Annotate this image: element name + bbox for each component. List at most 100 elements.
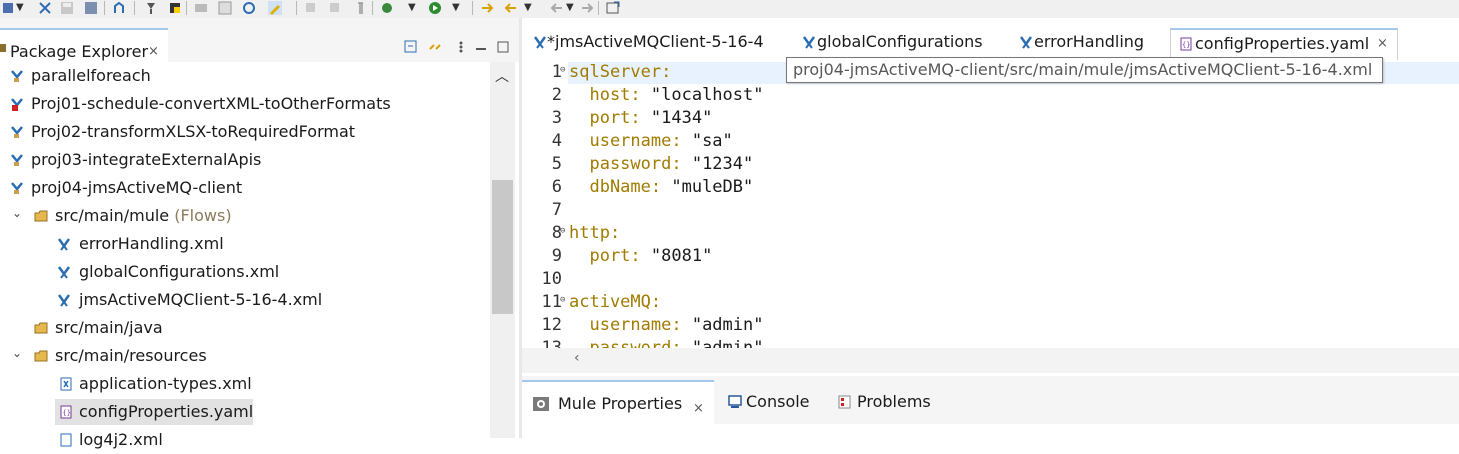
tree-item-file[interactable]: log4j2.xml xyxy=(0,426,490,454)
tree-item-project[interactable]: Proj02-transformXLSX-toRequiredFormat xyxy=(0,118,490,146)
minimize-icon[interactable] xyxy=(474,40,488,54)
tree-item-folder[interactable]: src/main/java xyxy=(0,314,490,342)
mule-file-icon xyxy=(803,36,815,49)
debug-icon[interactable] xyxy=(380,1,394,15)
forward-icon[interactable] xyxy=(580,1,594,15)
tree-item-project[interactable]: proj03-integrateExternalApis xyxy=(0,146,490,174)
editor-horizontal-scrollbar[interactable]: ‹ xyxy=(522,348,1459,373)
new-dropdown-icon[interactable]: ▼ xyxy=(16,2,24,13)
code-line: username: "sa" xyxy=(569,131,733,151)
run-config-icon[interactable] xyxy=(168,1,182,15)
tab-global-configurations[interactable]: globalConfigurations xyxy=(799,28,999,60)
tab-package-explorer[interactable]: Package Explorer × xyxy=(0,28,168,62)
copy-icon[interactable] xyxy=(304,1,318,15)
mule-project-icon xyxy=(11,182,23,194)
tab-config-properties[interactable]: {} configProperties.yaml × xyxy=(1170,28,1398,60)
run-icon[interactable] xyxy=(428,1,442,15)
yaml-key: activeMQ: xyxy=(569,292,662,312)
back-icon[interactable] xyxy=(550,1,564,15)
run-dropdown-icon[interactable]: ▼ xyxy=(452,2,460,13)
mail-icon[interactable] xyxy=(194,1,208,15)
line-number: 10 xyxy=(541,269,562,289)
mule-project-error-icon xyxy=(11,98,23,111)
pilcrow-icon[interactable] xyxy=(352,1,366,15)
tab-label: *jmsActiveMQClient-5-16-4 xyxy=(547,32,764,51)
tree-scrollbar[interactable]: ︿ xyxy=(490,62,515,438)
close-icon[interactable]: × xyxy=(693,401,704,416)
yaml-editor[interactable]: 1 ⊖ sqlServer: 2 host: "localhost" 3 port: "… xyxy=(522,61,1459,358)
tab-mule-properties[interactable]: Mule Properties × xyxy=(522,380,714,424)
save-icon[interactable] xyxy=(60,1,74,15)
yaml-key: host: xyxy=(569,85,651,105)
debug-dropdown-icon[interactable]: ▼ xyxy=(408,2,416,13)
link-with-editor-icon[interactable] xyxy=(428,40,442,54)
open-perspective-icon[interactable] xyxy=(606,1,620,15)
back-dropdown-icon[interactable]: ▼ xyxy=(566,2,574,13)
line-number: 11 xyxy=(541,292,562,312)
collapse-all-icon[interactable] xyxy=(404,40,418,54)
tree-item-label: src/main/resources xyxy=(55,346,207,365)
yaml-value: "1434" xyxy=(650,108,713,128)
tree-item-label: proj04-jmsActiveMQ-client xyxy=(31,178,243,197)
new-icon[interactable] xyxy=(2,1,16,15)
yaml-key: username: xyxy=(569,131,692,151)
fold-icon[interactable]: ⊖ xyxy=(560,65,565,75)
maximize-icon[interactable] xyxy=(496,40,510,54)
fold-icon[interactable]: ⊖ xyxy=(560,226,565,236)
paste-icon[interactable] xyxy=(328,1,342,15)
line-number: 1 xyxy=(551,62,562,82)
prev-annotation-icon[interactable] xyxy=(504,1,518,15)
annotation-dropdown-icon[interactable]: ▼ xyxy=(524,2,532,13)
scrollbar-thumb[interactable] xyxy=(492,180,513,314)
checkbox-icon[interactable] xyxy=(218,1,232,15)
yaml-key: username: xyxy=(569,315,692,335)
next-annotation-icon[interactable] xyxy=(480,1,494,15)
line-number: 12 xyxy=(541,315,562,335)
tree-item-label: Proj01-schedule-convertXML-toOtherFormat… xyxy=(31,94,391,113)
mule-icon[interactable] xyxy=(38,1,52,15)
tree-item-file[interactable]: jmsActiveMQClient-5-16-4.xml xyxy=(0,286,490,314)
yaml-value: "1234" xyxy=(691,154,754,174)
tab-console[interactable]: Console xyxy=(722,380,822,424)
bottom-panel: Mule Properties × Console Problems xyxy=(522,376,1459,438)
line-number: 4 xyxy=(551,131,562,151)
yaml-value: "8081" xyxy=(650,246,713,266)
tab-problems[interactable]: Problems xyxy=(832,380,942,424)
tree-item-label: errorHandling.xml xyxy=(79,234,224,253)
tree-item-project[interactable]: proj04-jmsActiveMQ-client xyxy=(0,174,490,202)
tree-item-file[interactable]: globalConfigurations.xml xyxy=(0,258,490,286)
view-menu-icon[interactable] xyxy=(454,40,468,54)
xml-file-icon xyxy=(60,377,72,391)
chevron-down-icon[interactable]: ⌄ xyxy=(12,206,22,220)
tree-item-label: parallelforeach xyxy=(31,66,151,85)
tree-item-file[interactable]: {} configProperties.yaml xyxy=(0,398,490,426)
highlight-icon[interactable] xyxy=(268,1,282,15)
line-number: 5 xyxy=(551,154,562,174)
save-all-icon[interactable] xyxy=(84,1,98,15)
chevron-up-icon[interactable]: ︿ xyxy=(495,66,509,86)
yaml-key: dbName: xyxy=(569,177,672,197)
close-icon[interactable]: × xyxy=(148,44,159,59)
tree-item-project[interactable]: Proj01-schedule-convertXML-toOtherFormat… xyxy=(0,90,490,118)
tree-item-file[interactable]: errorHandling.xml xyxy=(0,230,490,258)
tab-label: errorHandling xyxy=(1034,32,1145,51)
tab-error-handling[interactable]: errorHandling xyxy=(1016,28,1156,60)
code-line: port: "8081" xyxy=(569,246,712,266)
chevron-down-icon[interactable]: ⌄ xyxy=(12,346,22,360)
mule-properties-content xyxy=(522,424,1459,438)
yaml-value: "sa" xyxy=(691,131,733,151)
build-icon[interactable] xyxy=(144,1,158,15)
package-explorer-icon xyxy=(0,44,6,52)
tab-jms-client[interactable]: *jmsActiveMQClient-5-16-4 xyxy=(530,28,785,60)
fold-icon[interactable]: ⊖ xyxy=(560,295,565,305)
tree-item-folder[interactable]: ⌄ src/main/mule (Flows) xyxy=(0,202,490,230)
tree-item-file[interactable]: application-types.xml xyxy=(0,370,490,398)
deploy-icon[interactable] xyxy=(112,1,126,15)
tree-item-label: log4j2.xml xyxy=(79,430,163,449)
close-icon[interactable]: × xyxy=(1377,36,1388,51)
chevron-left-icon[interactable]: ‹ xyxy=(574,350,580,366)
svg-text:{}: {} xyxy=(63,409,71,417)
tree-item-project[interactable]: parallelforeach xyxy=(0,62,490,90)
tree-item-folder[interactable]: ⌄ src/main/resources xyxy=(0,342,490,370)
refresh-icon[interactable] xyxy=(242,1,256,15)
